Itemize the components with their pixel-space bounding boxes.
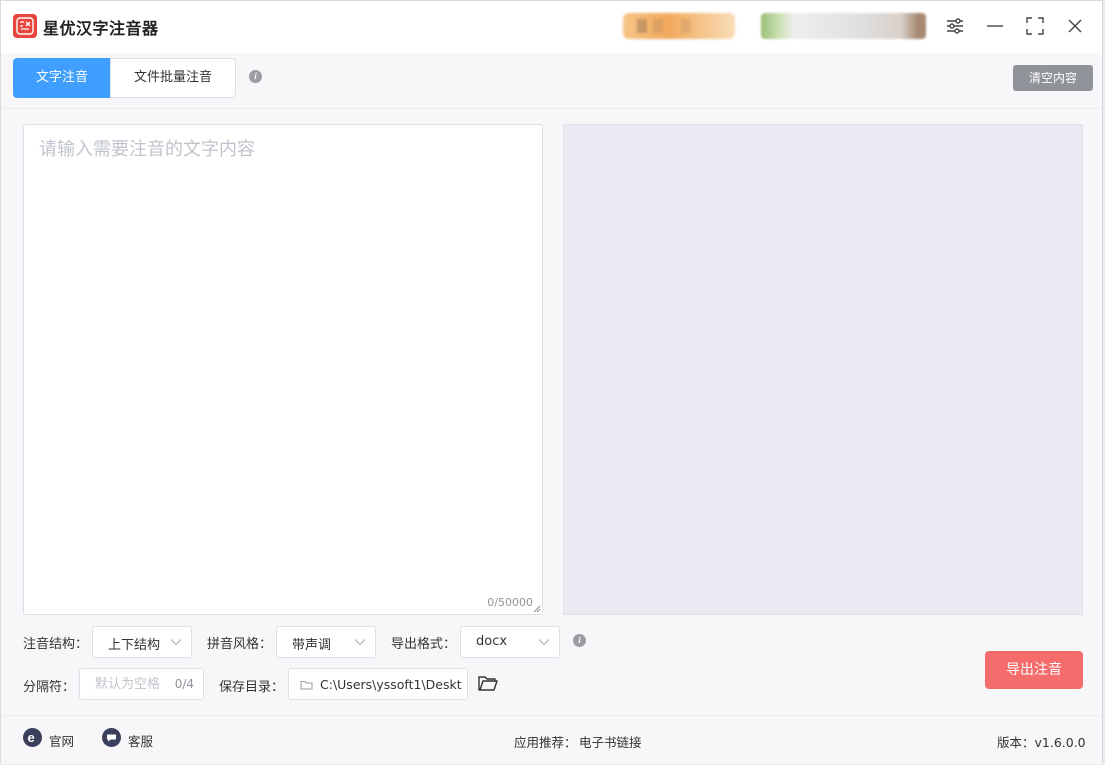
tab-batch-file-annotation[interactable]: 文件批量注音 bbox=[110, 58, 236, 98]
export-format-label: 导出格式： bbox=[391, 637, 457, 652]
structure-value: 上下结构 bbox=[108, 638, 161, 653]
text-input[interactable] bbox=[24, 125, 542, 614]
chat-bubble-icon bbox=[102, 728, 121, 747]
chevron-down-icon bbox=[538, 639, 550, 646]
text-input-area[interactable]: 0/50000 bbox=[23, 124, 543, 615]
website-link[interactable]: e 官网 bbox=[23, 728, 75, 750]
svg-text:e: e bbox=[28, 730, 35, 745]
export-format-value: docx bbox=[476, 634, 508, 649]
settings-sliders-icon[interactable] bbox=[944, 15, 966, 37]
tab-row: 文字注音 文件批量注音 i 清空内容 bbox=[1, 53, 1102, 109]
save-dir-label: 保存目录： bbox=[219, 680, 285, 695]
ie-browser-icon: e bbox=[23, 728, 42, 747]
format-info-icon[interactable]: i bbox=[573, 634, 586, 647]
support-link[interactable]: 客服 bbox=[102, 728, 154, 750]
ebook-link[interactable]: 电子书链接 bbox=[579, 732, 642, 751]
app-logo-icon bbox=[13, 14, 37, 38]
separator-count: 0/4 bbox=[174, 677, 194, 691]
minimize-icon[interactable] bbox=[984, 15, 1006, 37]
separator-field[interactable]: 0/4 bbox=[79, 668, 204, 700]
export-format-select[interactable]: docx bbox=[460, 626, 560, 658]
user-info-blurred[interactable] bbox=[761, 13, 926, 39]
version-text: 版本：v1.6.0.0 bbox=[997, 735, 1086, 750]
footer-bar: e 官网 客服 应用推荐： 电子书链接 版本：v1.6.0.0 bbox=[1, 715, 1102, 764]
annotation-preview-panel bbox=[563, 124, 1083, 615]
app-recommend-label: 应用推荐： bbox=[514, 735, 577, 750]
folder-small-icon bbox=[300, 681, 313, 690]
chevron-down-icon bbox=[170, 639, 182, 646]
title-bar: 星优汉字注音器 bbox=[1, 1, 1102, 53]
support-label: 客服 bbox=[128, 734, 154, 749]
user-account-blurred[interactable] bbox=[623, 13, 735, 39]
char-counter: 0/50000 bbox=[487, 596, 533, 609]
export-annotation-button[interactable]: 导出注音 bbox=[985, 651, 1083, 689]
app-window: 星优汉字注音器 文字注音 文件批量注音 i 清空内容 请输入需要注音的文字内容 … bbox=[0, 0, 1103, 764]
website-label: 官网 bbox=[49, 734, 75, 749]
structure-label: 注音结构： bbox=[23, 637, 89, 652]
app-title: 星优汉字注音器 bbox=[43, 19, 159, 38]
close-icon[interactable] bbox=[1064, 15, 1086, 37]
separator-input[interactable] bbox=[80, 669, 172, 699]
maximize-icon[interactable] bbox=[1024, 15, 1046, 37]
save-dir-field[interactable]: C:\Users\yssoft1\Deskt bbox=[288, 668, 468, 700]
structure-select[interactable]: 上下结构 bbox=[92, 626, 192, 658]
resize-grip-icon[interactable] bbox=[533, 605, 541, 613]
pinyin-style-value: 带声调 bbox=[292, 638, 332, 653]
tab-text-annotation[interactable]: 文字注音 bbox=[13, 58, 111, 98]
chevron-down-icon bbox=[354, 639, 366, 646]
clear-content-button[interactable]: 清空内容 bbox=[1013, 65, 1093, 91]
open-folder-icon[interactable] bbox=[477, 673, 499, 693]
separator-label: 分隔符： bbox=[23, 680, 76, 695]
info-icon[interactable]: i bbox=[249, 70, 262, 83]
pinyin-style-label: 拼音风格： bbox=[207, 637, 273, 652]
save-dir-value: C:\Users\yssoft1\Deskt bbox=[320, 677, 462, 692]
pinyin-style-select[interactable]: 带声调 bbox=[276, 626, 376, 658]
